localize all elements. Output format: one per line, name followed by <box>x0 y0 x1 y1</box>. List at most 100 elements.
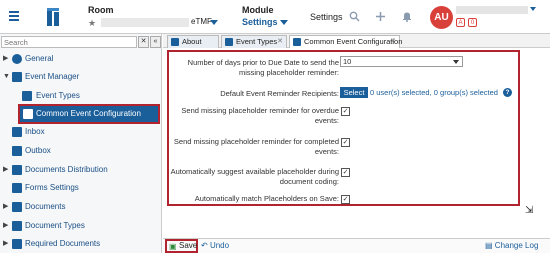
favorite-star-icon[interactable]: ★ <box>88 18 96 29</box>
room-name-redacted <box>101 18 189 27</box>
badge-count: 0 <box>468 18 477 27</box>
suggest-checkbox[interactable]: ✓ <box>341 168 350 177</box>
required-documents-icon <box>12 239 22 249</box>
badge-a: A <box>456 18 465 27</box>
sidebar-item-inbox[interactable]: Inbox <box>0 124 161 140</box>
chevron-down-icon: ▼ <box>3 73 10 80</box>
match-checkbox[interactable]: ✓ <box>341 195 350 204</box>
sidebar-item-label: Event Types <box>36 91 80 100</box>
calendar-icon <box>12 72 22 82</box>
sidebar-item-label: Document Types <box>25 221 85 230</box>
tab-label: About <box>182 37 202 46</box>
user-dropdown-caret[interactable] <box>530 7 536 11</box>
search-input[interactable] <box>1 36 137 48</box>
add-icon[interactable] <box>374 11 386 23</box>
chevron-right-icon: ▶ <box>3 166 9 173</box>
tab-label: Event Types <box>236 37 278 46</box>
document-types-icon <box>12 221 22 231</box>
sidebar-item-label: Documents Distribution <box>25 165 108 174</box>
select-button[interactable]: Select <box>340 87 368 98</box>
save-label: Save <box>179 241 198 250</box>
change-log-label: Change Log <box>494 241 539 250</box>
sidebar: ✕ « ▶ General ▼ Event Manager Event Type… <box>0 34 162 253</box>
sidebar-item-label: General <box>25 54 54 63</box>
settings-icon <box>171 38 179 46</box>
close-icon[interactable]: ✕ <box>277 36 283 48</box>
module-dropdown-caret[interactable] <box>280 20 288 25</box>
days-label: Number of days prior to Due Date to send… <box>187 58 339 77</box>
chevron-right-icon: ▶ <box>3 222 9 229</box>
completed-checkbox[interactable]: ✓ <box>341 138 350 147</box>
outbox-icon <box>12 146 22 156</box>
suggest-label: Automatically suggest available placehol… <box>170 167 339 186</box>
sidebar-item-label: Documents <box>25 202 66 211</box>
chevron-right-icon: ▶ <box>3 55 9 62</box>
inbox-icon <box>12 127 22 137</box>
sidebar-item-label: Outbox <box>25 146 51 155</box>
sidebar-item-outbox[interactable]: Outbox <box>0 143 161 159</box>
close-icon[interactable]: ✕ <box>390 36 396 48</box>
document-icon <box>23 109 33 119</box>
overdue-checkbox[interactable]: ✓ <box>341 107 350 116</box>
save-button[interactable]: ▣ Save <box>165 239 198 253</box>
sidebar-item-label: Event Manager <box>25 72 80 81</box>
search-icon[interactable] <box>348 11 360 23</box>
sidebar-item-common-event-configuration[interactable]: Common Event Configuration <box>18 104 160 124</box>
user-name-redacted <box>456 6 528 14</box>
module-label: Module <box>242 5 274 15</box>
undo-button[interactable]: ↶ Undo <box>201 241 229 250</box>
document-icon <box>293 38 301 46</box>
top-bar: Room ★ eTMF Module Settings Settings AU … <box>0 0 550 34</box>
module-value[interactable]: Settings <box>242 17 278 27</box>
main-content: Number of days prior to Due Date to send… <box>163 48 550 238</box>
undo-label: Undo <box>209 241 230 250</box>
app-logo <box>47 8 59 26</box>
match-label: Automatically match Placeholders on Save… <box>194 194 339 203</box>
chevron-right-icon: ▶ <box>3 240 9 247</box>
sidebar-item-event-types[interactable]: Event Types <box>0 88 161 104</box>
sidebar-item-document-types[interactable]: ▶ Document Types <box>0 218 161 234</box>
gear-icon <box>12 54 22 64</box>
change-log-button[interactable]: ▤ Change Log <box>485 241 538 250</box>
room-dropdown-caret[interactable] <box>210 20 218 25</box>
sidebar-item-label: Inbox <box>25 127 45 136</box>
sidebar-item-documents[interactable]: ▶ Documents <box>0 199 161 215</box>
tab-about[interactable]: About <box>167 35 219 48</box>
sidebar-item-documents-distribution[interactable]: ▶ Documents Distribution <box>0 162 161 178</box>
settings-form: Number of days prior to Due Date to send… <box>167 50 520 206</box>
mouse-cursor-icon: ⇲ <box>525 205 534 216</box>
page-title: Settings <box>310 12 343 22</box>
distribution-icon <box>12 165 22 175</box>
form-icon <box>12 183 22 193</box>
completed-label: Send missing placeholder reminder for co… <box>173 137 339 156</box>
overdue-label: Send missing placeholder reminder for ov… <box>181 106 339 125</box>
help-icon[interactable]: ? <box>503 88 512 97</box>
recipients-label: Default Event Reminder Recipients: <box>220 89 339 98</box>
tab-label: Common Event Configuration <box>304 37 403 46</box>
bell-icon[interactable] <box>401 11 413 23</box>
collapse-sidebar-button[interactable]: « <box>150 36 161 48</box>
recipients-summary-link[interactable]: 0 user(s) selected, 0 group(s) selected <box>370 88 498 98</box>
sidebar-item-event-manager[interactable]: ▼ Event Manager <box>0 69 161 85</box>
clear-search-icon[interactable]: ✕ <box>138 36 149 48</box>
menu-icon[interactable] <box>9 11 19 21</box>
sidebar-item-forms-settings[interactable]: Forms Settings <box>0 180 161 196</box>
calendar-icon <box>22 91 32 101</box>
sidebar-item-required-documents[interactable]: ▶ Required Documents <box>0 236 161 252</box>
tab-event-types[interactable]: Event Types ✕ <box>221 35 287 48</box>
chevron-right-icon: ▶ <box>3 203 9 210</box>
avatar[interactable]: AU <box>430 6 453 29</box>
document-icon <box>12 202 22 212</box>
room-value: eTMF <box>191 17 212 26</box>
sidebar-item-label: Common Event Configuration <box>36 109 141 118</box>
tab-bar: About Event Types ✕ Common Event Configu… <box>163 34 550 48</box>
footer-toolbar: ▣ Save ↶ Undo ▤ Change Log <box>163 238 550 253</box>
sidebar-item-general[interactable]: ▶ General <box>0 51 161 67</box>
save-icon: ▣ <box>169 242 177 251</box>
days-select[interactable]: 10 <box>340 56 463 67</box>
room-label: Room <box>88 5 114 15</box>
calendar-icon <box>225 38 233 46</box>
undo-icon: ↶ <box>201 241 208 250</box>
tab-common-event-configuration[interactable]: Common Event Configuration ✕ <box>289 35 403 48</box>
sidebar-item-label: Required Documents <box>25 239 101 248</box>
